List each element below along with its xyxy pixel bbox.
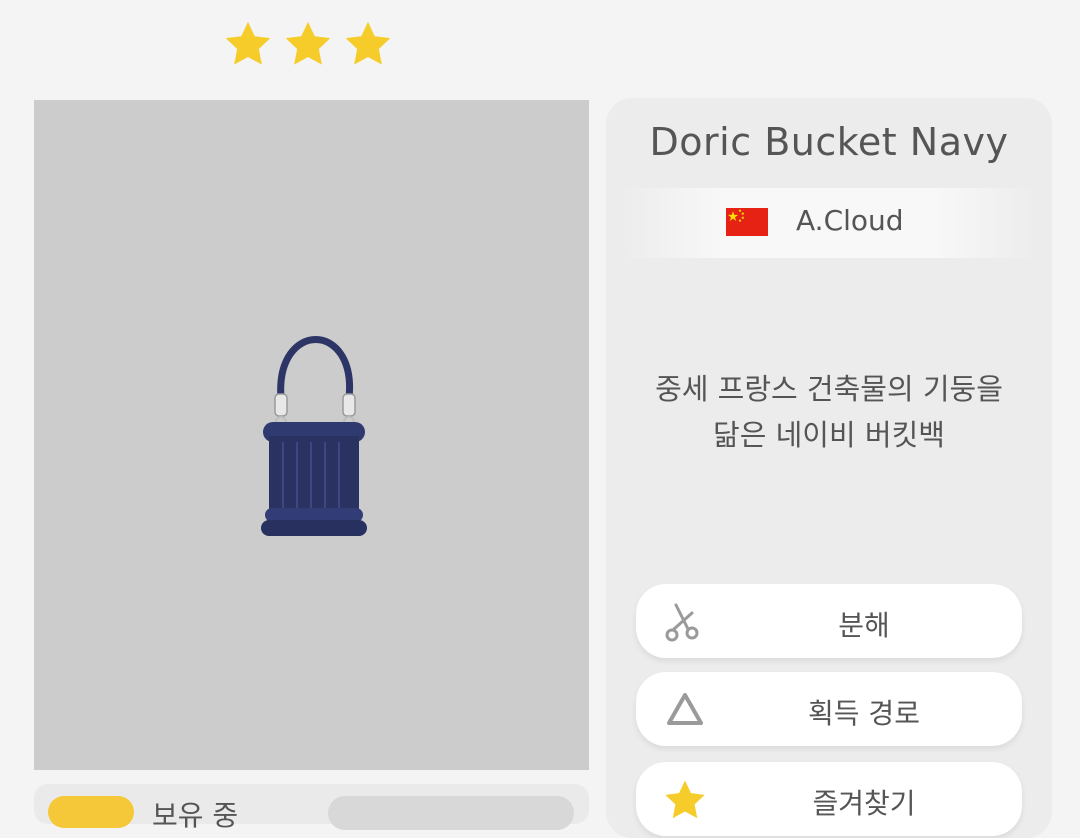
- star-icon: [285, 21, 331, 65]
- star-icon: [345, 21, 391, 65]
- rarity-stars: [222, 18, 394, 70]
- triangle-icon: [667, 693, 703, 725]
- acquisition-route-label: 획득 경로: [808, 697, 920, 730]
- star-icon: [225, 21, 271, 65]
- disassemble-label: 분해: [838, 609, 890, 642]
- maker-row: A.Cloud: [620, 188, 1038, 258]
- item-description: 중세 프랑스 건축물의 기둥을 닮은 네이비 버킷백: [626, 366, 1032, 458]
- owned-badge: [48, 796, 134, 828]
- item-info-panel: Doric Bucket Navy A.Cloud 중세 프랑스 건축물의 기둥…: [606, 98, 1052, 838]
- item-preview: [34, 100, 589, 770]
- disassemble-button[interactable]: 분해: [636, 584, 1022, 658]
- description-line: 중세 프랑스 건축물의 기둥을: [655, 372, 1003, 406]
- owned-label: 보유 중: [152, 799, 239, 832]
- bucket-bag-image: [261, 336, 367, 536]
- acquisition-route-button[interactable]: 획득 경로: [636, 672, 1022, 746]
- star-icon: [665, 780, 705, 819]
- item-name: Doric Bucket Navy: [649, 120, 1009, 164]
- scissors-icon: [665, 603, 699, 642]
- china-flag-icon: [726, 208, 768, 236]
- description-line: 닮은 네이비 버킷백: [713, 418, 945, 452]
- quantity-pill[interactable]: [328, 796, 574, 830]
- favorite-label: 즐겨찾기: [812, 787, 916, 820]
- maker-name: A.Cloud: [796, 204, 904, 237]
- favorite-button[interactable]: 즐겨찾기: [636, 762, 1022, 836]
- inventory-bar: 보유 중: [34, 784, 589, 832]
